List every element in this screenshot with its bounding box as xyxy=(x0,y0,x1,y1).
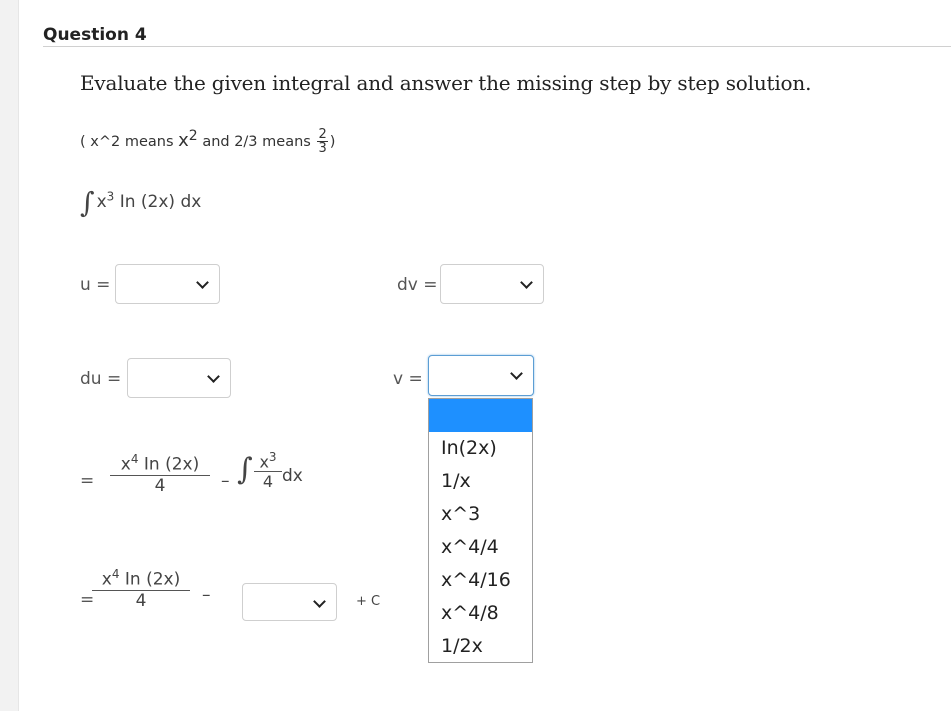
hint-open: ( x^2 means xyxy=(80,133,174,150)
instruction-text: Evaluate the given integral and answer t… xyxy=(80,71,812,95)
dropdown-option[interactable]: In(2x) xyxy=(429,432,532,465)
u-select[interactable] xyxy=(115,264,220,304)
dropdown-option[interactable]: x^4/16 xyxy=(429,564,532,597)
dropdown-option[interactable] xyxy=(429,399,532,432)
step1-int-exp: 3 xyxy=(268,450,277,464)
step2-select[interactable] xyxy=(242,583,337,621)
left-rail xyxy=(0,0,19,711)
step1-int-fraction: x3 4 xyxy=(254,450,282,491)
integral-rest: In (2x) dx xyxy=(119,192,202,212)
step1-num-rest: In (2x) xyxy=(143,454,200,475)
integral-base: x xyxy=(96,192,107,212)
hint-frac-num: 2 xyxy=(317,127,328,143)
dropdown-option[interactable]: x^4/8 xyxy=(429,597,532,630)
step1-den: 4 xyxy=(154,475,166,496)
dv-select[interactable] xyxy=(440,264,544,304)
v-dropdown-list: In(2x) 1/x x^3 x^4/4 x^4/16 x^4/8 1/2x xyxy=(428,398,533,663)
question-header: Question 4 xyxy=(43,22,951,47)
step2-den: 4 xyxy=(135,590,147,611)
integral-icon: ∫ xyxy=(237,452,253,487)
notation-hint: ( x^2 means x2 and 2/3 means 2 3 ) xyxy=(80,128,335,155)
chevron-down-icon xyxy=(313,595,326,608)
dv-label: dv = xyxy=(397,275,438,295)
chevron-down-icon xyxy=(196,276,209,289)
hint-frac-den: 3 xyxy=(318,141,327,157)
step1-fraction: x4 In (2x) 4 xyxy=(110,452,210,496)
step2-fraction: x4 In (2x) 4 xyxy=(92,567,190,611)
du-select[interactable] xyxy=(127,358,231,398)
dropdown-option[interactable]: 1/2x xyxy=(429,630,532,663)
chevron-down-icon xyxy=(520,276,533,289)
u-label: u = xyxy=(80,275,111,295)
step1-dx: dx xyxy=(282,466,303,486)
du-label: du = xyxy=(80,369,122,389)
hint-mid: and 2/3 means xyxy=(202,133,311,150)
step1-num-exp: 4 xyxy=(130,452,139,466)
step1-int-den: 4 xyxy=(262,472,274,492)
chevron-down-icon xyxy=(510,367,523,380)
step2-num-rest: In (2x) xyxy=(124,569,181,590)
step1-int-base: x xyxy=(259,452,269,472)
integral-exp: 3 xyxy=(106,189,115,204)
dropdown-option[interactable]: x^3 xyxy=(429,498,532,531)
hint-exp: 2 xyxy=(188,128,198,144)
step1-num-base: x xyxy=(120,454,131,475)
step2-minus: – xyxy=(202,585,211,605)
hint-x: x xyxy=(178,129,189,151)
step2-num-base: x xyxy=(101,569,112,590)
hint-close: ) xyxy=(329,133,336,150)
chevron-down-icon xyxy=(207,370,220,383)
v-select[interactable] xyxy=(428,355,534,396)
question-title: Question 4 xyxy=(43,25,147,45)
dropdown-option[interactable]: 1/x xyxy=(429,465,532,498)
integral-icon: ∫ xyxy=(80,186,95,219)
hint-fraction: 2 3 xyxy=(317,127,328,157)
step1-minus: – xyxy=(221,471,230,491)
plus-c: + C xyxy=(356,594,381,609)
v-label: v = xyxy=(393,369,423,389)
given-integral: ∫ x3 In (2x) dx xyxy=(80,186,201,219)
step2-num-exp: 4 xyxy=(111,567,120,581)
dropdown-option[interactable]: x^4/4 xyxy=(429,531,532,564)
step1-equals: = xyxy=(80,471,95,491)
